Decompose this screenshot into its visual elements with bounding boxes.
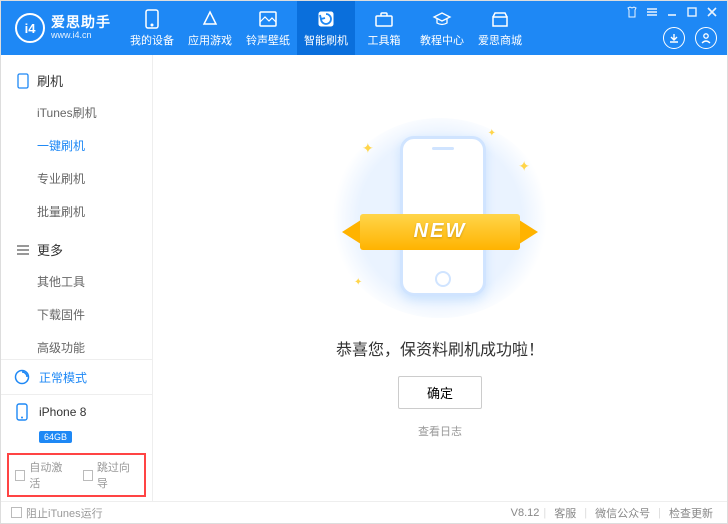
minimize-icon[interactable] [665,5,679,19]
group-title: 刷机 [37,71,63,90]
group-title: 更多 [37,240,63,259]
mode-icon [13,368,31,386]
checkbox-icon [83,470,93,481]
device-name: iPhone 8 [39,405,140,419]
device-icon [13,403,31,421]
device-capacity-wrap: 64GB [1,429,152,451]
nav-my-device[interactable]: 我的设备 [123,1,181,55]
nav-label: 智能刷机 [304,32,348,48]
nav-label: 工具箱 [368,32,401,48]
checkbox-icon [15,470,25,481]
nav-label: 爱思商城 [478,32,522,48]
close-icon[interactable] [705,5,719,19]
new-ribbon: NEW [340,208,540,256]
checkbox-label: 自动激活 [29,459,70,491]
nav-toolbox[interactable]: 工具箱 [355,1,413,55]
phone-icon [142,9,162,29]
logo-badge: i4 [15,13,45,43]
view-log-link[interactable]: 查看日志 [418,423,462,439]
main-panel: ✦ ✦ ✦ ✦ NEW 恭喜您，保资料刷机成功啦！ 确定 查看日志 [153,55,727,501]
checkbox-label: 跳过向导 [97,459,138,491]
support-link[interactable]: 客服 [554,505,576,521]
nav-apps[interactable]: 应用游戏 [181,1,239,55]
tshirt-icon[interactable] [625,5,639,19]
apps-icon [200,9,220,29]
shop-icon [490,9,510,29]
skip-guide-checkbox[interactable]: 跳过向导 [83,459,139,491]
sidebar-item-other-tools[interactable]: 其他工具 [1,265,152,298]
checkbox-label: 阻止iTunes运行 [26,505,103,521]
block-itunes-checkbox[interactable]: 阻止iTunes运行 [11,505,103,521]
sidebar-item-batch-flash[interactable]: 批量刷机 [1,195,152,228]
ok-button[interactable]: 确定 [398,376,482,409]
mode-row[interactable]: 正常模式 [1,360,152,395]
success-message: 恭喜您，保资料刷机成功啦！ [336,336,544,360]
titlebar: i4 爱思助手 www.i4.cn 我的设备 应用游戏 铃声壁纸 智能刷机 工具… [1,1,727,55]
phone-small-icon [15,73,31,89]
wechat-link[interactable]: 微信公众号 [595,505,650,521]
sidebar-item-oneclick-flash[interactable]: 一键刷机 [1,129,152,162]
refresh-icon [316,9,336,29]
check-update-link[interactable]: 检查更新 [669,505,713,521]
capacity-badge: 64GB [39,431,72,443]
sidebar-group-flash[interactable]: 刷机 [1,65,152,96]
logo-text: 爱思助手 www.i4.cn [51,15,111,40]
image-icon [258,9,278,29]
header-actions [663,27,717,49]
nav-label: 铃声壁纸 [246,32,290,48]
checkbox-icon [11,507,22,518]
activation-options: 自动激活 跳过向导 [7,453,146,497]
nav-shop[interactable]: 爱思商城 [471,1,529,55]
main-nav: 我的设备 应用游戏 铃声壁纸 智能刷机 工具箱 教程中心 爱思商城 [123,1,529,55]
maximize-icon[interactable] [685,5,699,19]
nav-flash[interactable]: 智能刷机 [297,1,355,55]
sidebar-item-itunes-flash[interactable]: iTunes刷机 [1,96,152,129]
sidebar-item-download-firmware[interactable]: 下载固件 [1,298,152,331]
download-button[interactable] [663,27,685,49]
nav-ringtones[interactable]: 铃声壁纸 [239,1,297,55]
auto-activate-checkbox[interactable]: 自动激活 [15,459,71,491]
menu-icon[interactable] [645,5,659,19]
graduation-icon [432,9,452,29]
version-label: V8.12 [511,507,540,519]
device-row[interactable]: iPhone 8 [1,395,152,429]
toolbox-icon [374,9,394,29]
mode-label: 正常模式 [39,369,87,386]
logo: i4 爱思助手 www.i4.cn [1,13,123,43]
ribbon-text: NEW [360,214,520,250]
success-illustration: ✦ ✦ ✦ ✦ NEW [330,118,550,318]
sidebar-group-more[interactable]: 更多 [1,234,152,265]
list-icon [15,242,31,258]
nav-tutorial[interactable]: 教程中心 [413,1,471,55]
user-button[interactable] [695,27,717,49]
statusbar: 阻止iTunes运行 V8.12 | 客服 | 微信公众号 | 检查更新 [1,501,727,523]
window-controls [625,5,719,19]
sidebar-item-pro-flash[interactable]: 专业刷机 [1,162,152,195]
sidebar: 刷机 iTunes刷机 一键刷机 专业刷机 批量刷机 更多 其他工具 下载固件 … [1,55,153,501]
nav-label: 我的设备 [130,32,174,48]
sidebar-item-advanced[interactable]: 高级功能 [1,331,152,359]
nav-label: 教程中心 [420,32,464,48]
app-subtitle: www.i4.cn [51,31,111,41]
nav-label: 应用游戏 [188,32,232,48]
app-title: 爱思助手 [51,15,111,30]
